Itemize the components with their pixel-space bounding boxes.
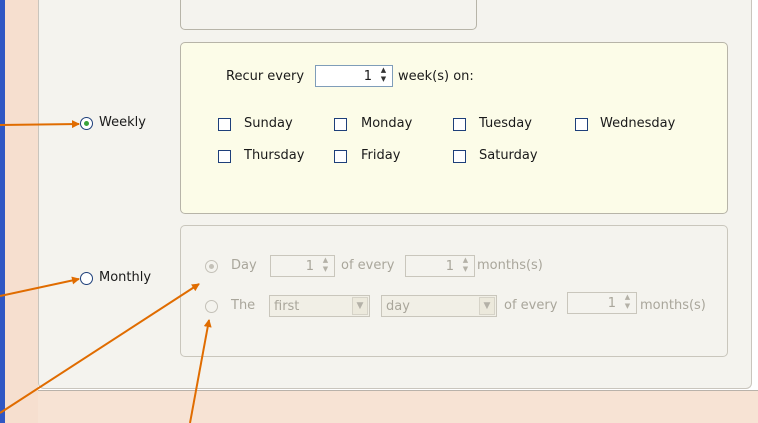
arrow-to-monthly-radio — [0, 276, 80, 297]
annotation-arrows — [0, 120, 212, 423]
arrow-to-the-option — [189, 319, 212, 423]
arrow-to-day-option — [0, 283, 200, 414]
arrow-to-weekly-radio — [0, 120, 80, 129]
